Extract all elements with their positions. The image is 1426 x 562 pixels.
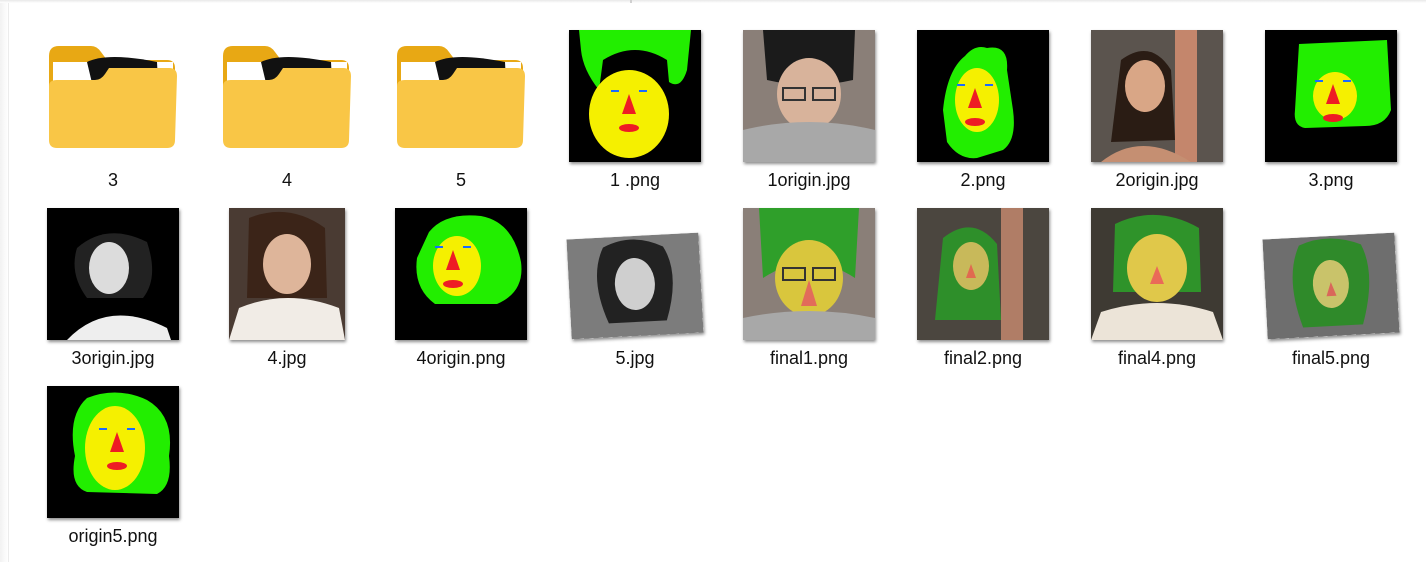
folder-item[interactable]: 4 [200,28,374,206]
file-name-label: 5 [455,170,466,190]
folder-item[interactable]: 5 [374,28,548,206]
folder-item[interactable]: 3 [26,28,200,206]
image-thumbnail[interactable] [1244,28,1418,164]
image-thumbnail[interactable] [374,206,548,342]
file-name-label: 3origin.jpg [71,348,155,368]
file-name-label: 4.jpg [267,348,307,368]
image-thumbnail[interactable] [200,206,374,342]
file-item[interactable]: 3.png [1244,28,1418,206]
file-name-label: 2.png [960,170,1006,190]
file-item[interactable]: 3origin.jpg [26,206,200,384]
file-item[interactable]: final2.png [896,206,1070,384]
header-divider [0,0,1426,3]
file-item[interactable]: final1.png [722,206,896,384]
file-item[interactable]: final4.png [1070,206,1244,384]
file-name-label: 4 [281,170,292,190]
folder-icon[interactable] [200,28,374,164]
file-item[interactable]: 1 .png [548,28,722,206]
image-thumbnail[interactable] [26,384,200,520]
image-thumbnail[interactable] [548,206,722,342]
image-thumbnail[interactable] [722,28,896,164]
file-name-label: 1origin.jpg [767,170,851,190]
image-thumbnail[interactable] [1070,28,1244,164]
file-item[interactable]: 4.jpg [200,206,374,384]
folder-icon[interactable] [26,28,200,164]
file-item[interactable]: final5.png [1244,206,1418,384]
navigation-pane-edge [0,0,9,562]
file-name-label: 5.jpg [615,348,655,368]
file-name-label: 4origin.png [416,348,506,368]
file-name-label: final5.png [1291,348,1371,368]
image-thumbnail[interactable] [548,28,722,164]
image-thumbnail[interactable] [896,206,1070,342]
file-name-label: 1 .png [609,170,661,190]
file-item[interactable]: 5.jpg [548,206,722,384]
file-item[interactable]: 1origin.jpg [722,28,896,206]
folder-icon[interactable] [374,28,548,164]
file-name-label: final1.png [769,348,849,368]
file-item[interactable]: 4origin.png [374,206,548,384]
image-thumbnail[interactable] [1070,206,1244,342]
file-item[interactable]: origin5.png [26,384,200,562]
image-thumbnail[interactable] [896,28,1070,164]
file-name-label: final4.png [1117,348,1197,368]
file-name-label: 2origin.jpg [1115,170,1199,190]
image-thumbnail[interactable] [26,206,200,342]
file-item[interactable]: 2.png [896,28,1070,206]
image-thumbnail[interactable] [1244,206,1418,342]
image-thumbnail[interactable] [722,206,896,342]
file-name-label: 3.png [1308,170,1354,190]
file-name-label: 3 [107,170,118,190]
file-name-label: origin5.png [68,526,158,546]
file-name-label: final2.png [943,348,1023,368]
file-item[interactable]: 2origin.jpg [1070,28,1244,206]
